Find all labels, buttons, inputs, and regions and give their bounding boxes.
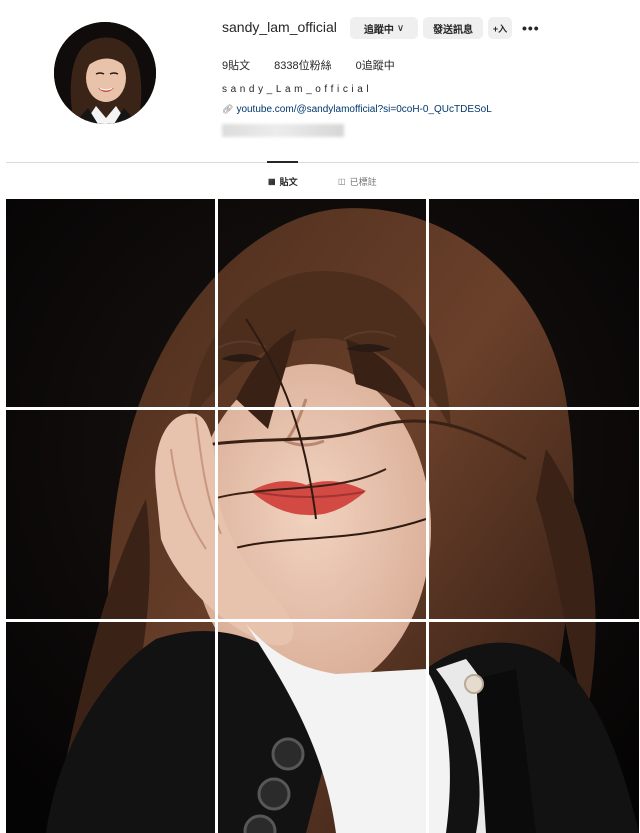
add-user-button[interactable]: +入 [488,17,512,39]
profile-username: sandy_lam_official [222,19,337,35]
tag-icon: ◫ [338,177,346,186]
posts-count: 9貼文 [222,60,251,72]
tab-tagged-label: 已標註 [349,177,377,187]
grid-icon: ▦ [268,177,276,186]
post-tile-7[interactable] [6,622,215,833]
tab-tagged[interactable]: ◫ 已標註 [338,175,377,188]
profile-avatar[interactable] [54,22,156,124]
more-options-icon[interactable]: ••• [522,20,540,36]
link-icon: 🔗︎ [222,104,234,114]
grid-line-vertical [426,199,429,833]
following-count[interactable]: 0追蹤中 [356,57,395,73]
blurred-content [222,124,344,137]
post-tile-8[interactable] [218,622,426,833]
send-message-button[interactable]: 發送訊息 [423,17,483,39]
tabs-divider [6,162,639,163]
grid-line-horizontal [6,407,639,410]
post-tile-3[interactable] [429,199,639,407]
profile-full-name: sandy_Lam_official [222,84,373,95]
post-tile-5[interactable] [218,410,426,619]
grid-line-horizontal [6,619,639,622]
avatar-image [54,22,156,124]
tab-posts[interactable]: ▦ 貼文 [268,175,298,188]
chevron-down-icon: ∨ [396,22,405,34]
profile-link-text[interactable]: youtube.com/@sandylamofficial?si=0coH-0_… [236,104,491,115]
profile-stats: 9貼文 8338位粉絲 0追蹤中 [222,57,419,73]
grid-line-vertical [215,199,218,833]
post-tile-4[interactable] [6,410,215,619]
followers-count[interactable]: 8338位粉絲 [274,57,331,73]
posts-grid [6,199,639,833]
following-button[interactable]: 追蹤中 ∨ [350,17,418,39]
post-tile-2[interactable] [218,199,426,407]
post-tile-9[interactable] [429,622,639,833]
active-tab-indicator [267,161,298,163]
following-label: 追蹤中 [363,24,394,36]
post-tile-6[interactable] [429,410,639,619]
profile-link[interactable]: 🔗︎ youtube.com/@sandylamofficial?si=0coH… [222,104,492,115]
tab-posts-label: 貼文 [279,177,298,187]
post-tile-1[interactable] [6,199,215,407]
